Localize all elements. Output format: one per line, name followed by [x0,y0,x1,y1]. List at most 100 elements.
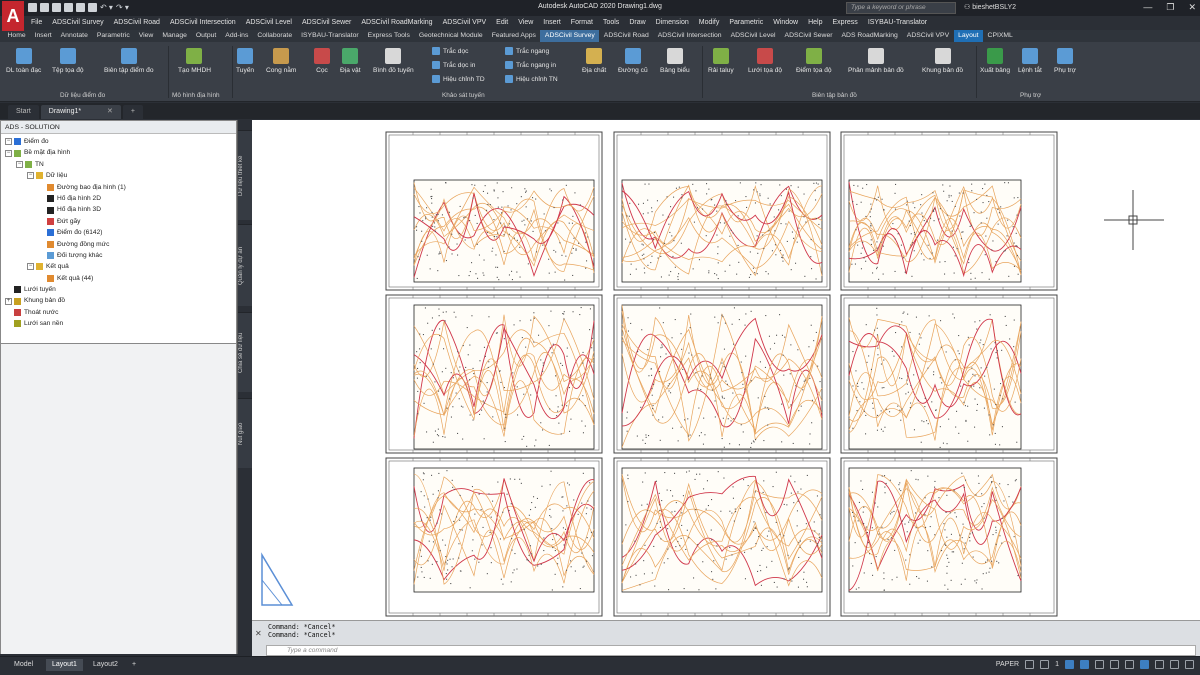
ribbon-tab[interactable]: Annotate [56,30,92,42]
ribbon-tool-button[interactable]: Địa vật [340,48,361,74]
menu-item[interactable]: ADSCivil Intersection [165,16,241,29]
ribbon-tab[interactable]: ADSCivil Sewer [780,30,837,42]
hardware-accel-icon[interactable] [1155,660,1164,669]
ribbon-small-button[interactable]: Trắc dọc in [432,61,475,69]
ribbon-tab[interactable]: Parametric [92,30,134,42]
tree-item[interactable]: Đường bao địa hình (1) [3,182,236,193]
ribbon-tool-button[interactable]: Cong nằm [266,48,296,74]
ribbon-tool-button[interactable]: Lưới tọa độ [748,48,782,74]
tree-item[interactable]: Lưới tuyến [3,284,236,295]
paper-space-toggle[interactable]: PAPER [996,661,1019,668]
ribbon-tab[interactable]: Collaborate [253,30,297,42]
ribbon-tab[interactable]: Output [191,30,220,42]
tree-item[interactable]: Hố địa hình 3D [3,204,236,215]
tree-toggle-icon[interactable]: − [27,263,34,271]
open-file-icon[interactable] [40,3,49,12]
menu-item[interactable]: Edit [491,16,513,29]
ribbon-tab[interactable]: ADS RoadMarking [837,30,902,42]
ribbon-tab[interactable]: ADSCivil Survey [540,30,600,42]
map-sheet[interactable] [840,457,1058,617]
ribbon-tool-button[interactable]: Phụ trợ [1054,48,1076,74]
maximize-icon[interactable]: ❐ [1166,2,1174,13]
ribbon-tool-button[interactable]: Cọc [314,48,330,74]
menu-item[interactable]: ADSCivil Survey [47,16,108,29]
map-sheet[interactable] [840,294,1058,454]
tab-model[interactable]: Model [8,659,39,671]
tab-layout1[interactable]: Layout1 [46,659,83,671]
tree-item[interactable]: − Kết quả [3,261,236,272]
map-sheet[interactable] [385,131,603,291]
print-icon[interactable] [88,3,97,12]
ribbon-tool-button[interactable]: DL toàn đạc [6,48,41,74]
map-sheet[interactable] [385,457,603,617]
tree-item[interactable]: − TN [3,159,236,170]
palette-side-tab[interactable]: Nút giao [238,398,252,468]
user-account[interactable]: ⚇ bieshetBSLY2 [964,3,1016,11]
tree-toggle-icon[interactable]: − [16,160,23,168]
ribbon-tool-button[interactable]: Phân mảnh bản đồ [848,48,904,74]
drawing-canvas[interactable] [252,120,1200,620]
ribbon-small-button[interactable]: Hiệu chỉnh TD [432,75,485,83]
minimize-icon[interactable]: — [1143,2,1152,13]
grid-icon[interactable] [1025,660,1035,669]
menu-item[interactable]: ISYBAU-Translator [863,16,932,29]
menu-item[interactable]: Insert [538,16,566,29]
ribbon-tab[interactable]: ADSCivil Intersection [653,30,726,42]
palette-side-tab[interactable]: Chia sẻ dữ liệu [238,312,252,392]
tree-item[interactable]: Thoát nước [3,307,236,318]
menu-item[interactable]: Parametric [724,16,768,29]
tree-toggle-icon[interactable]: + [5,297,12,305]
ribbon-tab[interactable]: ADSCivil VPV [902,30,953,42]
command-close-icon[interactable]: ✕ [255,629,262,638]
ribbon-tool-button[interactable]: Bình đồ tuyến [373,48,414,74]
snap-icon[interactable] [1040,660,1050,669]
ribbon-tab[interactable]: Manage [158,30,192,42]
ribbon-tab[interactable]: Express Tools [363,30,414,42]
palette-side-tab[interactable]: Dữ liệu thiết kế [238,130,252,220]
tree-item[interactable]: − Điểm đo [3,136,236,147]
map-sheet[interactable] [840,131,1058,291]
save-icon[interactable] [52,3,61,12]
ribbon-tool-button[interactable]: Rải taluy [708,48,734,74]
ribbon-tab[interactable]: ADSCivil Level [726,30,780,42]
menu-item[interactable]: Modify [694,16,725,29]
ribbon-tab[interactable]: ADSCivil Road [599,30,653,42]
menu-item[interactable]: File [26,16,47,29]
tree-item[interactable]: Điểm đo (6142) [3,227,236,238]
ribbon-tool-button[interactable]: Điểm tọa độ [796,48,832,74]
lineweight-icon[interactable] [1110,660,1119,669]
map-sheet[interactable] [613,457,831,617]
tree-item[interactable]: Lưới san nền [3,318,236,329]
menu-item[interactable]: Express [828,16,863,29]
tree-toggle-icon[interactable]: − [5,149,12,157]
palette-side-tab[interactable]: Quản lý dự án [238,224,252,306]
menu-item[interactable]: ADSCivil VPV [438,16,492,29]
scale-readout[interactable]: 1 [1055,661,1059,668]
redo-icon[interactable]: ↷ ▾ [116,3,129,12]
undo-icon[interactable]: ↶ ▾ [100,3,113,12]
ribbon-small-button[interactable]: Trắc ngang [505,47,549,55]
tree-item[interactable]: Đứt gãy [3,216,236,227]
tree-item[interactable]: + Khung bản đồ [3,295,236,306]
map-sheet[interactable] [613,131,831,291]
menu-item[interactable]: Help [803,16,827,29]
close-tab-icon[interactable]: ✕ [107,108,113,115]
command-input[interactable]: Type a command [266,645,1196,656]
menu-item[interactable]: ADSCivil Level [241,16,297,29]
osnap-icon[interactable] [1095,660,1104,669]
ribbon-tool-button[interactable]: Đường cũ [618,48,648,74]
ribbon-tab[interactable]: CPIXML [983,30,1017,42]
ribbon-tab[interactable]: Home [3,30,30,42]
ribbon-tab[interactable]: Layout [953,30,984,42]
ribbon-tool-button[interactable]: Biên tập điểm đo [104,48,154,74]
menu-item[interactable]: Draw [624,16,650,29]
tab-drawing1[interactable]: Drawing1* ✕ [40,105,121,119]
ribbon-small-button[interactable]: Hiệu chỉnh TN [505,75,558,83]
add-layout-button[interactable]: + [126,659,142,671]
tree-item[interactable]: Đối tượng khác [3,250,236,261]
new-file-icon[interactable] [28,3,37,12]
ribbon-tool-button[interactable]: Tệp tọa độ [52,48,84,74]
tree-toggle-icon[interactable]: − [5,138,12,146]
ribbon-tab[interactable]: View [134,30,158,42]
save-as-icon[interactable] [64,3,73,12]
